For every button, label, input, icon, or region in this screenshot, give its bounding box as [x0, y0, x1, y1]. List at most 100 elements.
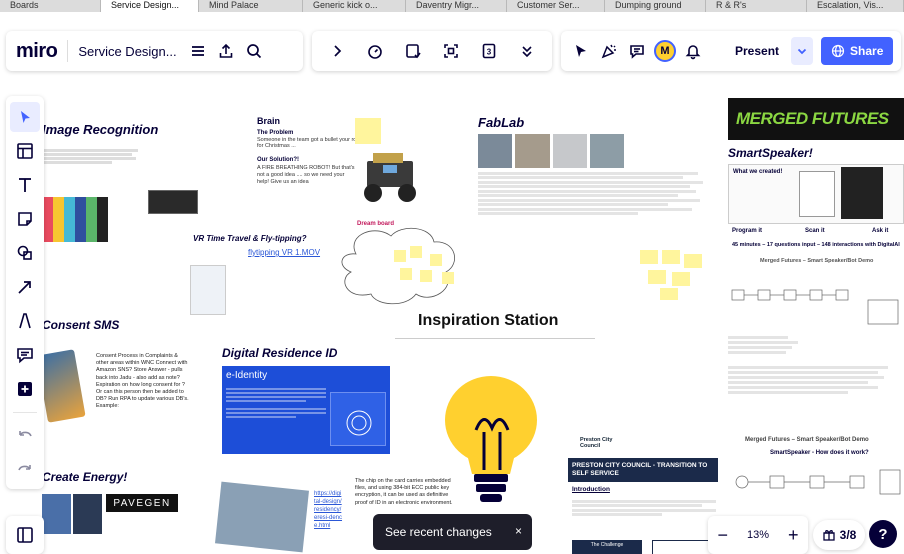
user-avatar-button[interactable]: M [651, 37, 679, 65]
select-tool[interactable] [10, 102, 40, 132]
chip-link[interactable]: https://digital-design/residency/eresi-d… [314, 490, 342, 530]
what-we-created-label: What we created! [733, 169, 783, 175]
zoom-level[interactable]: 13% [747, 529, 769, 541]
browser-tab[interactable]: Boards [0, 0, 101, 12]
browser-tab[interactable]: Generic kick o... [303, 0, 406, 12]
browser-tab[interactable]: Daventry Migr... [406, 0, 507, 12]
help-button[interactable]: ? [869, 520, 897, 548]
dream-board-title: Dream board [357, 221, 395, 227]
sticky-note-tool[interactable] [10, 204, 40, 234]
sidebar-panel-icon [17, 527, 33, 543]
dream-sticky-notes [390, 244, 464, 284]
reactions-button[interactable] [595, 37, 623, 65]
color-bars-image [42, 197, 108, 242]
vr-video-link[interactable]: flytipping VR 1.MOV [248, 248, 320, 257]
chip-text: The chip on the card carries embedded fi… [355, 478, 453, 506]
select-cursor-icon [21, 111, 30, 123]
shapes-tool[interactable] [10, 238, 40, 268]
preston-title: PRESTON CITY COUNCIL - TRANSITION TO SEL… [572, 462, 708, 477]
board-canvas[interactable]: Image Recognition Brain The Problem Some… [0, 12, 904, 554]
shapes-icon [17, 245, 32, 260]
miro-logo[interactable]: miro [16, 40, 58, 63]
main-menu-button[interactable] [184, 37, 212, 65]
gift-icon [823, 530, 835, 541]
arrow-line-icon [18, 281, 31, 294]
frames-panel-button[interactable] [6, 516, 44, 554]
preston-intro-text [572, 498, 716, 526]
pages-count: 3/8 [839, 528, 857, 542]
browser-tab-strip: Boards Service Design... Mind Palace Gen… [0, 0, 904, 12]
voting-button[interactable] [399, 37, 427, 65]
pen-tool[interactable] [10, 306, 40, 336]
pages-counter-button[interactable]: 3 [475, 37, 503, 65]
present-button[interactable]: Present [725, 37, 789, 65]
section-title-create-energy: Create Energy! [42, 470, 128, 484]
pavegen-text: PAVEGEN [113, 497, 171, 509]
undo-button[interactable] [10, 421, 40, 451]
hamburger-icon [192, 46, 205, 56]
merged-futures-text: MERGED FUTURES [736, 109, 889, 128]
redo-icon [18, 465, 31, 471]
ask-it-label: Ask it [872, 228, 889, 234]
creation-toolbar [6, 96, 44, 489]
browser-tab-active[interactable]: Service Design... [101, 0, 199, 12]
zoom-in-button[interactable]: + [788, 525, 799, 546]
export-button[interactable] [212, 37, 240, 65]
frames-button[interactable] [437, 37, 465, 65]
comment-tool[interactable] [10, 340, 40, 370]
mf-demo-title: Merged Futures – Smart Speaker/Bot Demo [760, 258, 874, 264]
zoom-controls: − 13% + [708, 516, 808, 554]
bell-icon [685, 45, 701, 60]
section-title-digital-residence: Digital Residence ID [222, 346, 338, 360]
chevron-down-icon [797, 48, 807, 55]
browser-tab[interactable]: R & R's [706, 0, 807, 12]
divider [67, 40, 69, 62]
card-reader-image [215, 481, 309, 553]
follow-pointer-button[interactable] [567, 37, 595, 65]
board-pages-button[interactable]: 3/8 [813, 520, 865, 550]
fablab-sticky-notes [640, 250, 704, 302]
connection-line-tool[interactable] [10, 272, 40, 302]
board-tools-bar: 3 [312, 31, 552, 71]
text-tool[interactable] [10, 170, 40, 200]
timer-button[interactable] [361, 37, 389, 65]
brain-problem-heading: The Problem [257, 130, 294, 136]
templates-tool[interactable] [10, 136, 40, 166]
flow-diagram [728, 270, 904, 330]
close-icon[interactable]: × [515, 524, 522, 538]
inspiration-station-title: Inspiration Station [418, 312, 559, 329]
eidentity-title: e-Identity [226, 370, 268, 381]
browser-tab[interactable]: Mind Palace [199, 0, 303, 12]
comments-button[interactable] [623, 37, 651, 65]
notifications-button[interactable] [679, 37, 707, 65]
toast-text[interactable]: See recent changes [385, 525, 492, 539]
undo-icon [19, 431, 32, 437]
plus-square-icon [18, 382, 32, 396]
zoom-out-button[interactable]: − [717, 525, 728, 546]
browser-tab[interactable]: Escalation, Vis... [807, 0, 904, 12]
image-recognition-notes [42, 148, 142, 188]
pen-icon [19, 313, 31, 329]
robot-image [355, 147, 425, 207]
number-three-icon: 3 [482, 43, 496, 59]
preston-side-box [652, 540, 716, 554]
mf-demo-title-2: Merged Futures – Smart Speaker/Bot Demo [745, 437, 869, 443]
sticky-note-icon [18, 212, 32, 226]
section-title-brain: Brain [257, 116, 281, 126]
present-options-button[interactable] [791, 37, 814, 65]
more-apps-tool[interactable] [10, 374, 40, 404]
redo-button[interactable] [10, 455, 40, 485]
globe-icon [831, 44, 845, 58]
board-title[interactable]: Service Design... [78, 44, 178, 59]
avatar: M [654, 40, 676, 62]
browser-tab[interactable]: Dumping ground [605, 0, 706, 12]
preston-header: PRESTON CITY COUNCIL - TRANSITION TO SEL… [568, 458, 718, 482]
merged-futures-notes [728, 334, 904, 434]
share-button[interactable]: Share [821, 37, 894, 65]
section-title-vr: VR Time Travel & Fly-tipping? [193, 234, 307, 243]
search-button[interactable] [240, 37, 268, 65]
expand-toolbar-button[interactable] [323, 37, 351, 65]
recent-changes-toast[interactable]: See recent changes × [373, 514, 532, 550]
more-tools-button[interactable] [513, 37, 541, 65]
browser-tab[interactable]: Customer Ser... [507, 0, 605, 12]
